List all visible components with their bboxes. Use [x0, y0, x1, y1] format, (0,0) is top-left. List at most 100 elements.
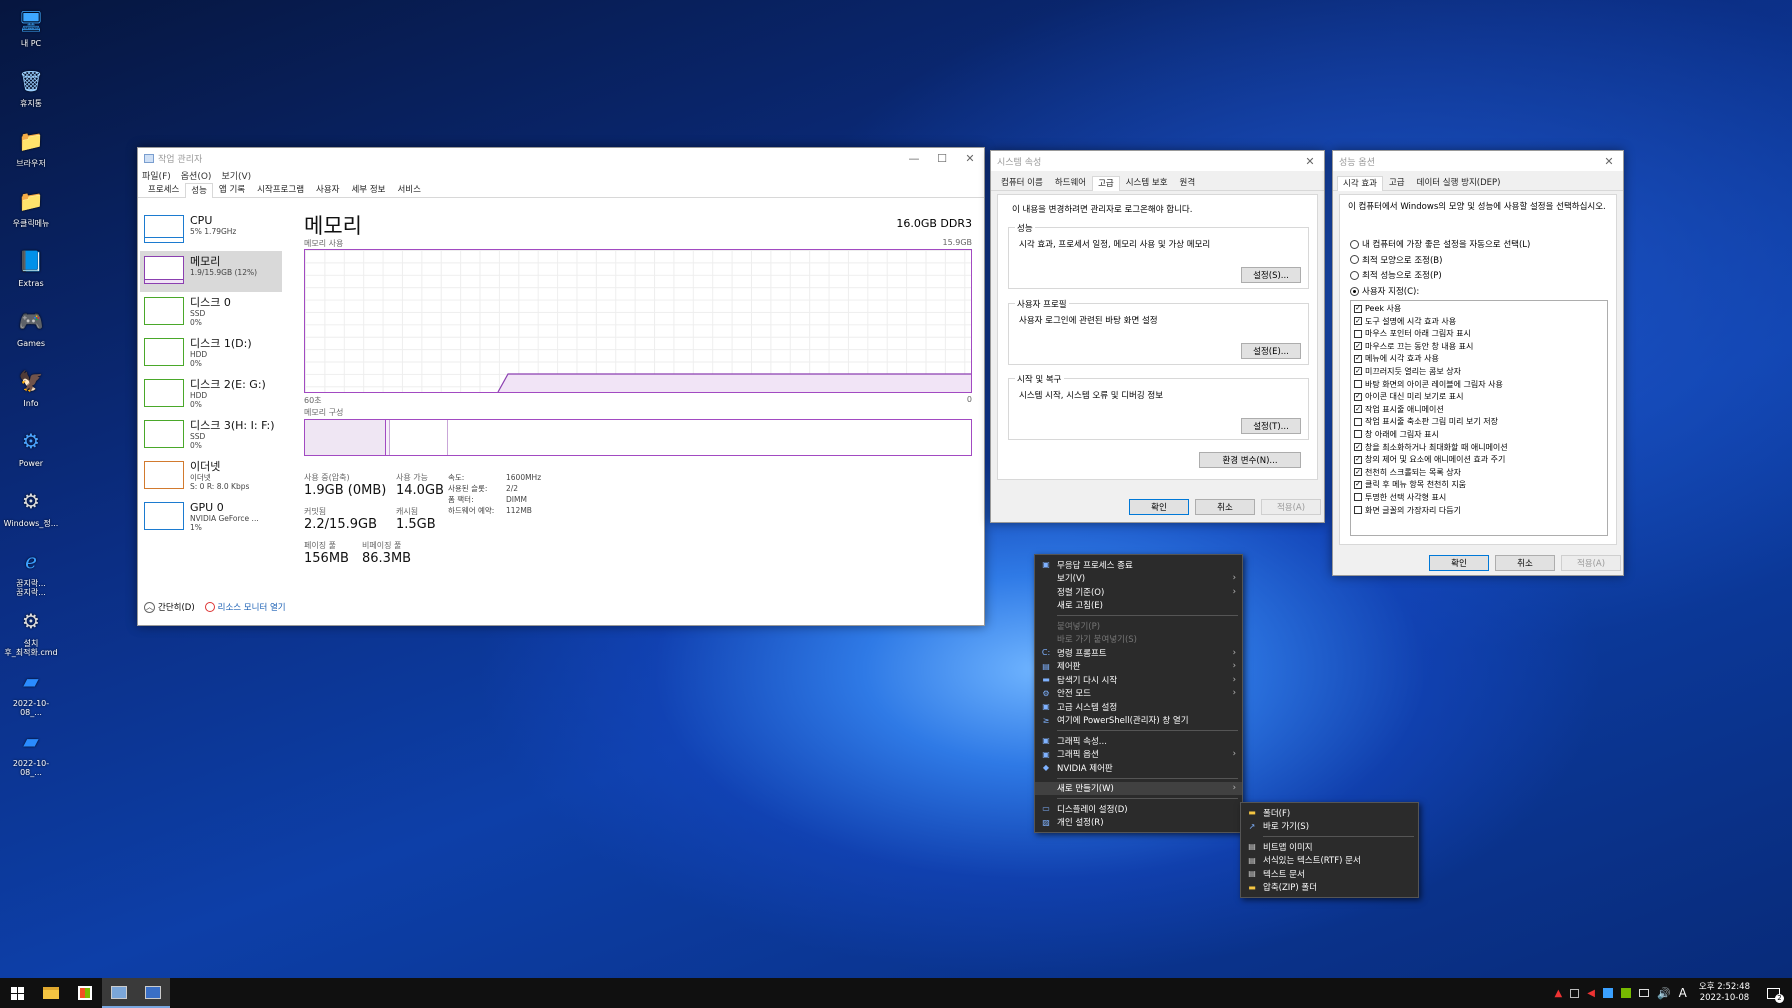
desktop-icon[interactable]: 🦅 Info — [2, 366, 60, 409]
menu-item[interactable]: ▣ 고급 시스템 설정 — [1035, 700, 1242, 714]
checkbox[interactable]: ✓ — [1354, 317, 1362, 326]
visual-effect-option[interactable]: ✓ 창의 제어 및 요소에 애니메이션 효과 주기 — [1354, 454, 1604, 465]
sidebar-item-0[interactable]: CPU 5% 1.79GHz — [140, 210, 282, 251]
ime-indicator[interactable]: A — [1679, 986, 1687, 1000]
desktop-icon[interactable]: ⚙ Windows_정... — [2, 486, 60, 529]
cancel-button[interactable]: 취소 — [1495, 555, 1555, 571]
volume-icon[interactable]: 🔊 — [1657, 987, 1671, 1000]
tab-6[interactable]: 서비스 — [391, 182, 426, 197]
checkbox[interactable]: ✓ — [1354, 468, 1362, 477]
checkbox[interactable] — [1354, 430, 1362, 439]
tray-network-icon[interactable] — [1602, 988, 1613, 998]
system-properties-taskbar-button[interactable] — [102, 978, 136, 1008]
close-button[interactable]: ✕ — [1595, 155, 1623, 168]
menu-item[interactable]: ▬ 탐색기 다시 시작 › — [1035, 673, 1242, 687]
checkbox[interactable] — [1354, 417, 1362, 426]
visual-effect-option[interactable]: ✓ 천천히 스크롤되는 목록 상자 — [1354, 467, 1604, 478]
menu-item[interactable]: ▣ 무응답 프로세스 종료 — [1035, 558, 1242, 572]
menu-item[interactable]: 새로 고침(E) — [1035, 599, 1242, 613]
visual-effect-option[interactable]: 작업 표시줄 축소판 그림 미리 보기 저장 — [1354, 416, 1604, 427]
sidebar-item-4[interactable]: 디스크 2(E: G:) HDD 0% — [140, 374, 282, 415]
tab-3[interactable]: 시스템 보호 — [1120, 175, 1174, 190]
checkbox[interactable] — [1354, 380, 1362, 389]
apply-button[interactable]: 적용(A) — [1261, 499, 1321, 515]
radio-button[interactable] — [1350, 286, 1359, 296]
visual-effect-option[interactable]: 마우스 포인터 아래 그림자 표시 — [1354, 328, 1604, 339]
open-resource-monitor-link[interactable]: 리소스 모니터 열기 — [218, 601, 286, 613]
user-profile-settings-button[interactable]: 설정(E)... — [1241, 343, 1301, 359]
visual-effect-option[interactable]: 바탕 화면의 아이콘 레이블에 그림자 사용 — [1354, 379, 1604, 390]
visual-effect-option[interactable]: ✓ 미끄러지듯 열리는 콤보 상자 — [1354, 366, 1604, 377]
tab-0[interactable]: 프로세스 — [142, 182, 185, 197]
menu-item[interactable]: 정렬 기준(O) › — [1035, 585, 1242, 599]
checkbox[interactable]: ✓ — [1354, 480, 1362, 489]
sidebar-item-5[interactable]: 디스크 3(H: I: F:) SSD 0% — [140, 415, 282, 456]
close-button[interactable]: ✕ — [1296, 155, 1324, 168]
checkbox[interactable]: ✓ — [1354, 367, 1362, 376]
apply-button[interactable]: 적용(A) — [1561, 555, 1621, 571]
sidebar-item-2[interactable]: 디스크 0 SSD 0% — [140, 292, 282, 333]
visual-effect-option[interactable]: 창 아래에 그림자 표시 — [1354, 429, 1604, 440]
menu-item[interactable]: ↗ 바로 가기(S) — [1241, 820, 1418, 834]
start-button[interactable] — [0, 978, 34, 1008]
menu-view[interactable]: 보기(V) — [221, 169, 251, 182]
startup-recovery-settings-button[interactable]: 설정(T)... — [1241, 418, 1301, 434]
radio-button[interactable] — [1350, 255, 1359, 265]
fewer-details-link[interactable]: 간단히(D) — [158, 601, 195, 613]
checkbox[interactable]: ✓ — [1354, 354, 1362, 363]
notification-center-button[interactable]: 2 — [1762, 978, 1784, 1008]
menu-item[interactable]: 보기(V) › — [1035, 572, 1242, 586]
menu-file[interactable]: 파일(F) — [142, 169, 171, 182]
ok-button[interactable]: 확인 — [1129, 499, 1189, 515]
checkbox[interactable]: ✓ — [1354, 304, 1362, 313]
tab-2[interactable]: 데이터 실행 방지(DEP) — [1411, 175, 1507, 190]
desktop-icon[interactable]: 🖥 내 PC — [2, 6, 60, 49]
environment-variables-button[interactable]: 환경 변수(N)... — [1199, 452, 1301, 468]
file-explorer-taskbar-button[interactable] — [34, 978, 68, 1008]
tab-0[interactable]: 컴퓨터 이름 — [995, 175, 1049, 190]
store-taskbar-button[interactable] — [68, 978, 102, 1008]
close-button[interactable]: ✕ — [956, 152, 984, 165]
checkbox[interactable] — [1354, 493, 1362, 502]
desktop-icon[interactable]: ℯ 꿈지락... 꿈지락... — [2, 546, 60, 598]
menu-item[interactable]: 붙여넣기(P) — [1035, 619, 1242, 633]
visual-effect-option[interactable]: ✓ 클릭 후 메뉴 항목 천천히 지움 — [1354, 479, 1604, 490]
menu-item[interactable]: 새로 만들기(W) › — [1035, 781, 1242, 795]
menu-item[interactable]: ▤ 제어판 › — [1035, 660, 1242, 674]
tab-1[interactable]: 고급 — [1383, 175, 1411, 190]
sidebar-item-3[interactable]: 디스크 1(D:) HDD 0% — [140, 333, 282, 374]
tab-3[interactable]: 시작프로그램 — [251, 182, 310, 197]
task-manager-titlebar[interactable]: 작업 관리자 — ☐ ✕ — [138, 148, 984, 168]
cancel-button[interactable]: 취소 — [1195, 499, 1255, 515]
system-properties-titlebar[interactable]: 시스템 속성 ✕ — [991, 151, 1324, 171]
tab-0[interactable]: 시각 효과 — [1337, 176, 1383, 191]
visual-effect-option[interactable]: ✓ 창을 최소화하거나 최대화할 때 애니메이션 — [1354, 442, 1604, 453]
desktop-icon[interactable]: 📁 우클릭메뉴 — [2, 186, 60, 229]
minimize-button[interactable]: — — [900, 152, 928, 165]
tab-2[interactable]: 고급 — [1092, 176, 1120, 191]
tab-2[interactable]: 앱 기록 — [213, 182, 251, 197]
tab-1[interactable]: 성능 — [185, 183, 213, 198]
menu-item[interactable]: ▬ 폴더(F) — [1241, 806, 1418, 820]
menu-item[interactable]: ≥ 여기에 PowerShell(관리자) 창 열기 — [1035, 714, 1242, 728]
maximize-button[interactable]: ☐ — [928, 152, 956, 165]
clock[interactable]: 오후 2:52:48 2022-10-08 — [1699, 982, 1750, 1004]
tray-app-icon[interactable] — [1570, 988, 1580, 998]
menu-options[interactable]: 옵션(O) — [181, 169, 212, 182]
menu-item[interactable]: ◆ NVIDIA 제어판 — [1035, 761, 1242, 775]
collapse-icon[interactable]: ︿ — [144, 601, 155, 613]
sidebar-item-7[interactable]: GPU 0 NVIDIA GeForce ... 1% — [140, 497, 282, 538]
radio-button[interactable] — [1350, 239, 1359, 249]
ok-button[interactable]: 확인 — [1429, 555, 1489, 571]
menu-item[interactable]: ▣ 그래픽 속성... — [1035, 734, 1242, 748]
tab-4[interactable]: 원격 — [1174, 175, 1202, 190]
performance-options-titlebar[interactable]: 성능 옵션 ✕ — [1333, 151, 1623, 171]
visual-effect-option[interactable]: 투명한 선택 사각형 표시 — [1354, 492, 1604, 503]
visual-effect-option[interactable]: ✓ 도구 설명에 시각 효과 사용 — [1354, 316, 1604, 327]
radio-option[interactable]: 최적 성능으로 조정(P) — [1350, 268, 1530, 282]
radio-button[interactable] — [1350, 270, 1359, 280]
desktop-icon[interactable]: ⚙ Power — [2, 426, 60, 469]
tray-nvidia-icon[interactable] — [1620, 988, 1631, 998]
sidebar-item-6[interactable]: 이더넷 이더넷 S: 0 R: 8.0 Kbps — [140, 456, 282, 497]
radio-option[interactable]: 내 컴퓨터에 가장 좋은 설정을 자동으로 선택(L) — [1350, 237, 1530, 251]
